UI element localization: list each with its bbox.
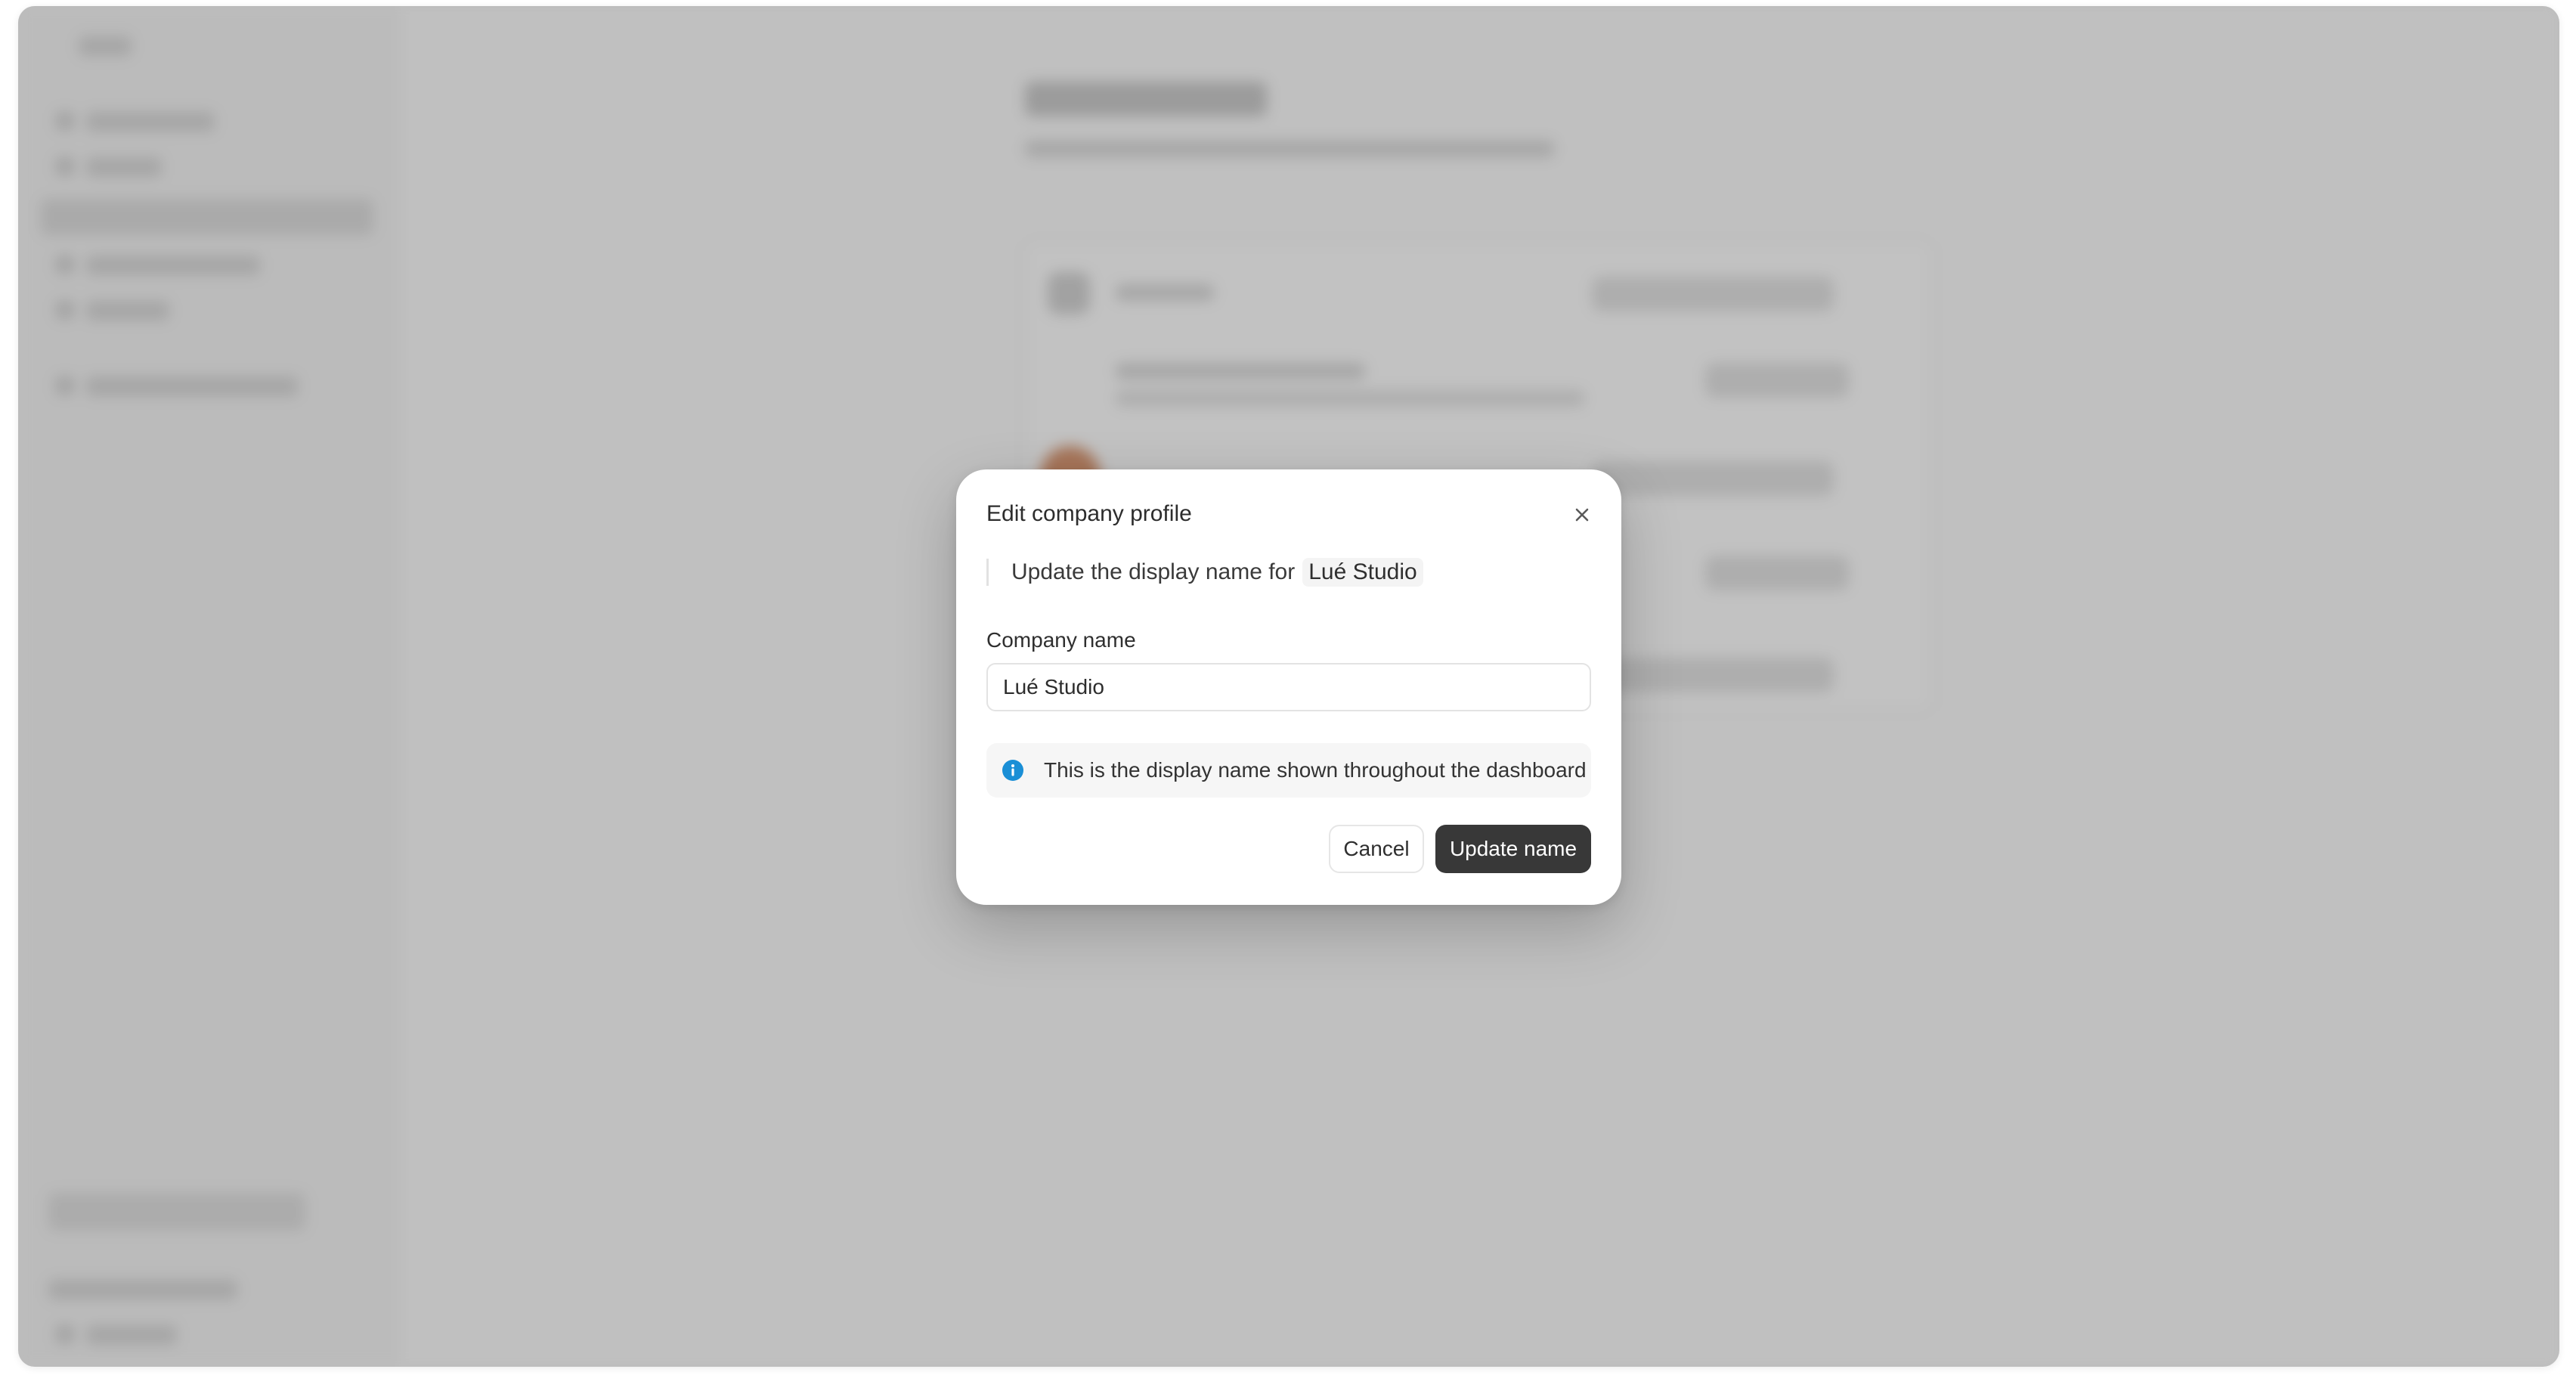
dialog-title: Edit company profile (986, 501, 1192, 526)
info-text: This is the display name shown throughou… (1044, 758, 1587, 782)
edit-company-dialog: Edit company profile Update the display … (956, 469, 1621, 905)
info-callout: This is the display name shown throughou… (986, 743, 1591, 798)
company-name-input[interactable] (986, 663, 1591, 711)
cancel-button[interactable]: Cancel (1329, 825, 1424, 873)
update-name-button[interactable]: Update name (1435, 825, 1591, 873)
dialog-subtitle: Update the display name for Lué Studio (986, 558, 1423, 587)
close-icon (1575, 508, 1589, 522)
subtitle-text: Update the display name for (1011, 559, 1296, 584)
company-name-label: Company name (986, 628, 1136, 652)
company-name-chip: Lué Studio (1302, 558, 1423, 587)
info-icon (1002, 759, 1024, 782)
close-button[interactable] (1570, 503, 1594, 527)
